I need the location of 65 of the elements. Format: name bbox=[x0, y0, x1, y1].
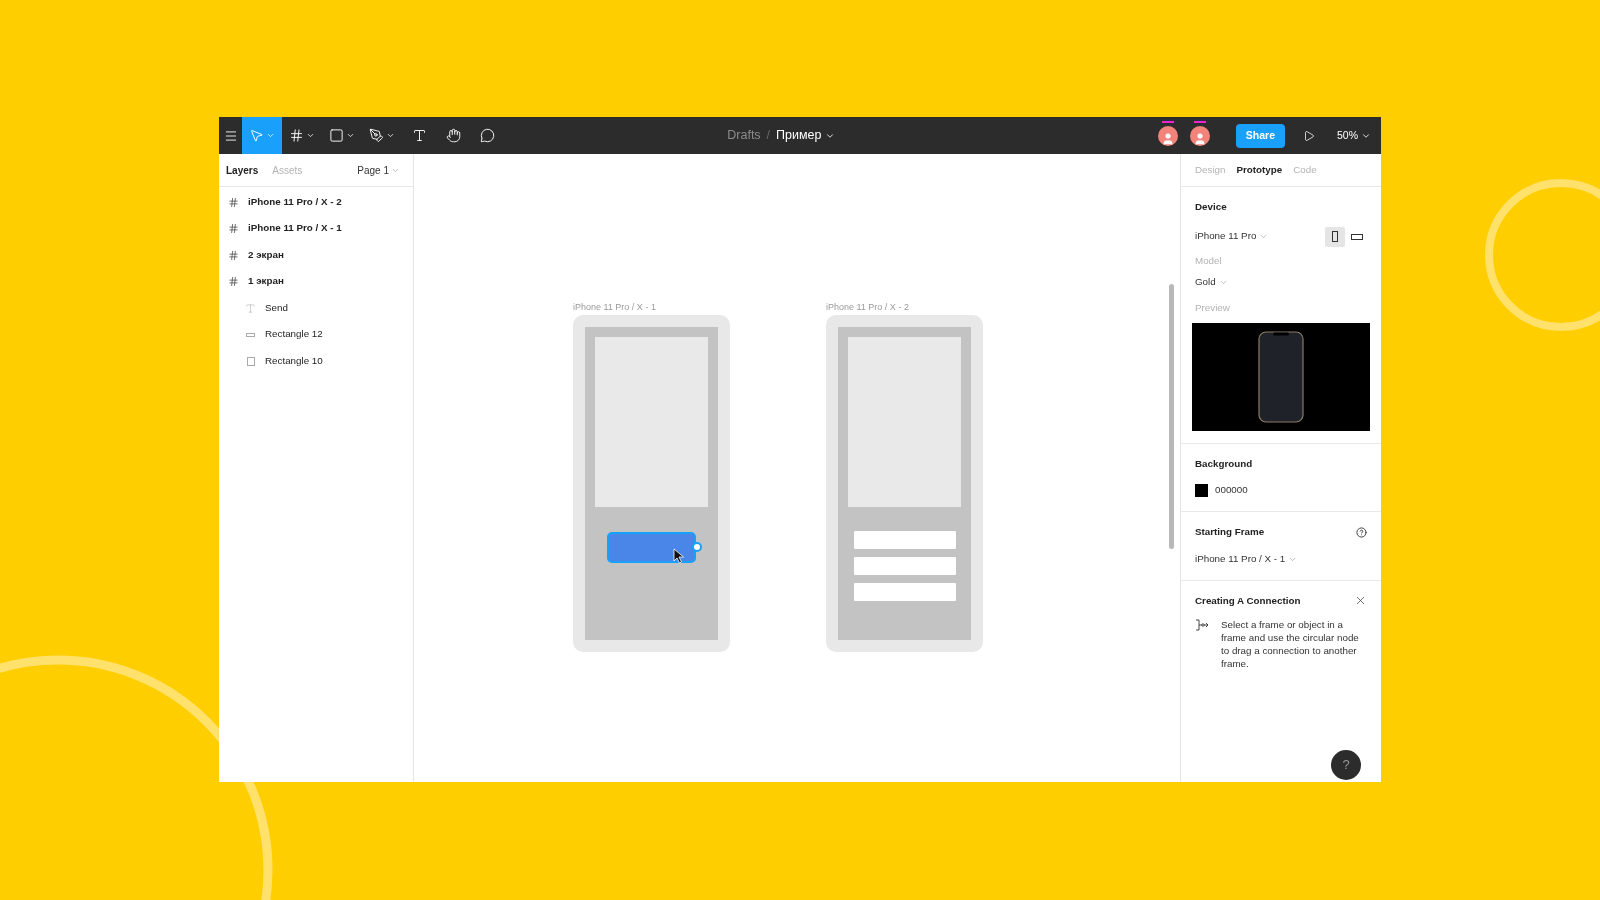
frame-icon bbox=[228, 223, 239, 235]
field-label: Preview bbox=[1195, 301, 1231, 316]
zoom-dropdown[interactable]: 50% bbox=[1337, 127, 1371, 144]
portrait-button[interactable] bbox=[1325, 226, 1345, 247]
field-label: Model bbox=[1195, 253, 1223, 268]
layer-name: iPhone 11 Pro / X - 2 bbox=[248, 194, 342, 209]
layer-name: Send bbox=[265, 300, 288, 315]
connection-icon bbox=[1195, 619, 1209, 632]
layer-name: iPhone 11 Pro / X - 1 bbox=[248, 221, 342, 236]
layer-name: Rectangle 12 bbox=[265, 327, 323, 342]
layer-item[interactable]: 2 экран bbox=[219, 242, 413, 269]
scrollbar[interactable] bbox=[1169, 284, 1174, 549]
person-icon bbox=[1160, 131, 1175, 146]
layer-name: 1 экран bbox=[248, 274, 284, 289]
model-dropdown[interactable]: Gold bbox=[1195, 275, 1228, 291]
presence-indicator bbox=[1161, 120, 1174, 123]
layer-item[interactable]: Rectangle 12 bbox=[219, 321, 413, 348]
section-heading: Creating A Connection bbox=[1195, 593, 1301, 608]
menu-icon bbox=[223, 128, 238, 143]
comment-icon bbox=[479, 128, 495, 143]
presence-indicator bbox=[1193, 120, 1206, 123]
caret-icon bbox=[266, 131, 275, 140]
rectangle-icon bbox=[246, 332, 255, 337]
layer-name: Rectangle 10 bbox=[265, 353, 323, 368]
page-dropdown[interactable]: Page 1 bbox=[357, 162, 400, 178]
help-icon[interactable] bbox=[1356, 526, 1367, 538]
color-swatch[interactable] bbox=[1195, 484, 1208, 498]
device-dropdown[interactable]: iPhone 11 Pro bbox=[1195, 229, 1269, 245]
breadcrumb-folder[interactable]: Drafts bbox=[727, 126, 761, 145]
panel-tab[interactable]: Prototype bbox=[1236, 162, 1283, 178]
connection-node[interactable] bbox=[692, 542, 702, 552]
layer-item[interactable]: iPhone 11 Pro / X - 1 bbox=[219, 215, 413, 242]
frame-icon bbox=[228, 249, 239, 261]
text-icon bbox=[411, 128, 427, 143]
section-heading: Starting Frame bbox=[1195, 525, 1265, 540]
caret-icon bbox=[386, 131, 395, 140]
cursor-icon bbox=[249, 128, 264, 143]
color-value[interactable]: 000000 bbox=[1215, 483, 1248, 499]
breadcrumb-separator: / bbox=[766, 127, 771, 145]
play-icon bbox=[1303, 129, 1315, 142]
section-heading: Background bbox=[1195, 456, 1254, 471]
frame-icon bbox=[228, 196, 239, 208]
starting-frame-dropdown[interactable]: iPhone 11 Pro / X - 1 bbox=[1195, 551, 1298, 567]
phone-frame[interactable] bbox=[573, 315, 730, 652]
connection-hint: Select a frame or object in a frame and use the circular node to drag a connection to another frame. bbox=[1221, 618, 1360, 671]
layer-item[interactable]: iPhone 11 Pro / X - 2 bbox=[219, 189, 413, 216]
caret-icon bbox=[306, 131, 315, 140]
hand-icon bbox=[445, 128, 461, 143]
text-icon bbox=[245, 302, 256, 314]
help-button[interactable]: ? bbox=[1331, 750, 1361, 780]
panel-tab[interactable]: Layers bbox=[226, 162, 259, 178]
file-name-dropdown[interactable]: Пример bbox=[776, 126, 835, 145]
layer-item[interactable]: Rectangle 10 bbox=[219, 348, 413, 375]
square-icon bbox=[329, 128, 344, 143]
pen-icon bbox=[369, 128, 384, 143]
frame-icon bbox=[228, 276, 239, 288]
person-icon bbox=[1192, 131, 1207, 146]
frame-icon bbox=[289, 128, 304, 143]
mouse-cursor-icon bbox=[673, 548, 685, 564]
section-heading: Device bbox=[1195, 200, 1228, 214]
layer-name: 2 экран bbox=[248, 247, 284, 262]
square-icon bbox=[246, 356, 255, 366]
layer-item[interactable]: 1 экран bbox=[219, 268, 413, 295]
caret-icon bbox=[346, 131, 355, 140]
layer-item[interactable]: Send bbox=[219, 295, 413, 322]
